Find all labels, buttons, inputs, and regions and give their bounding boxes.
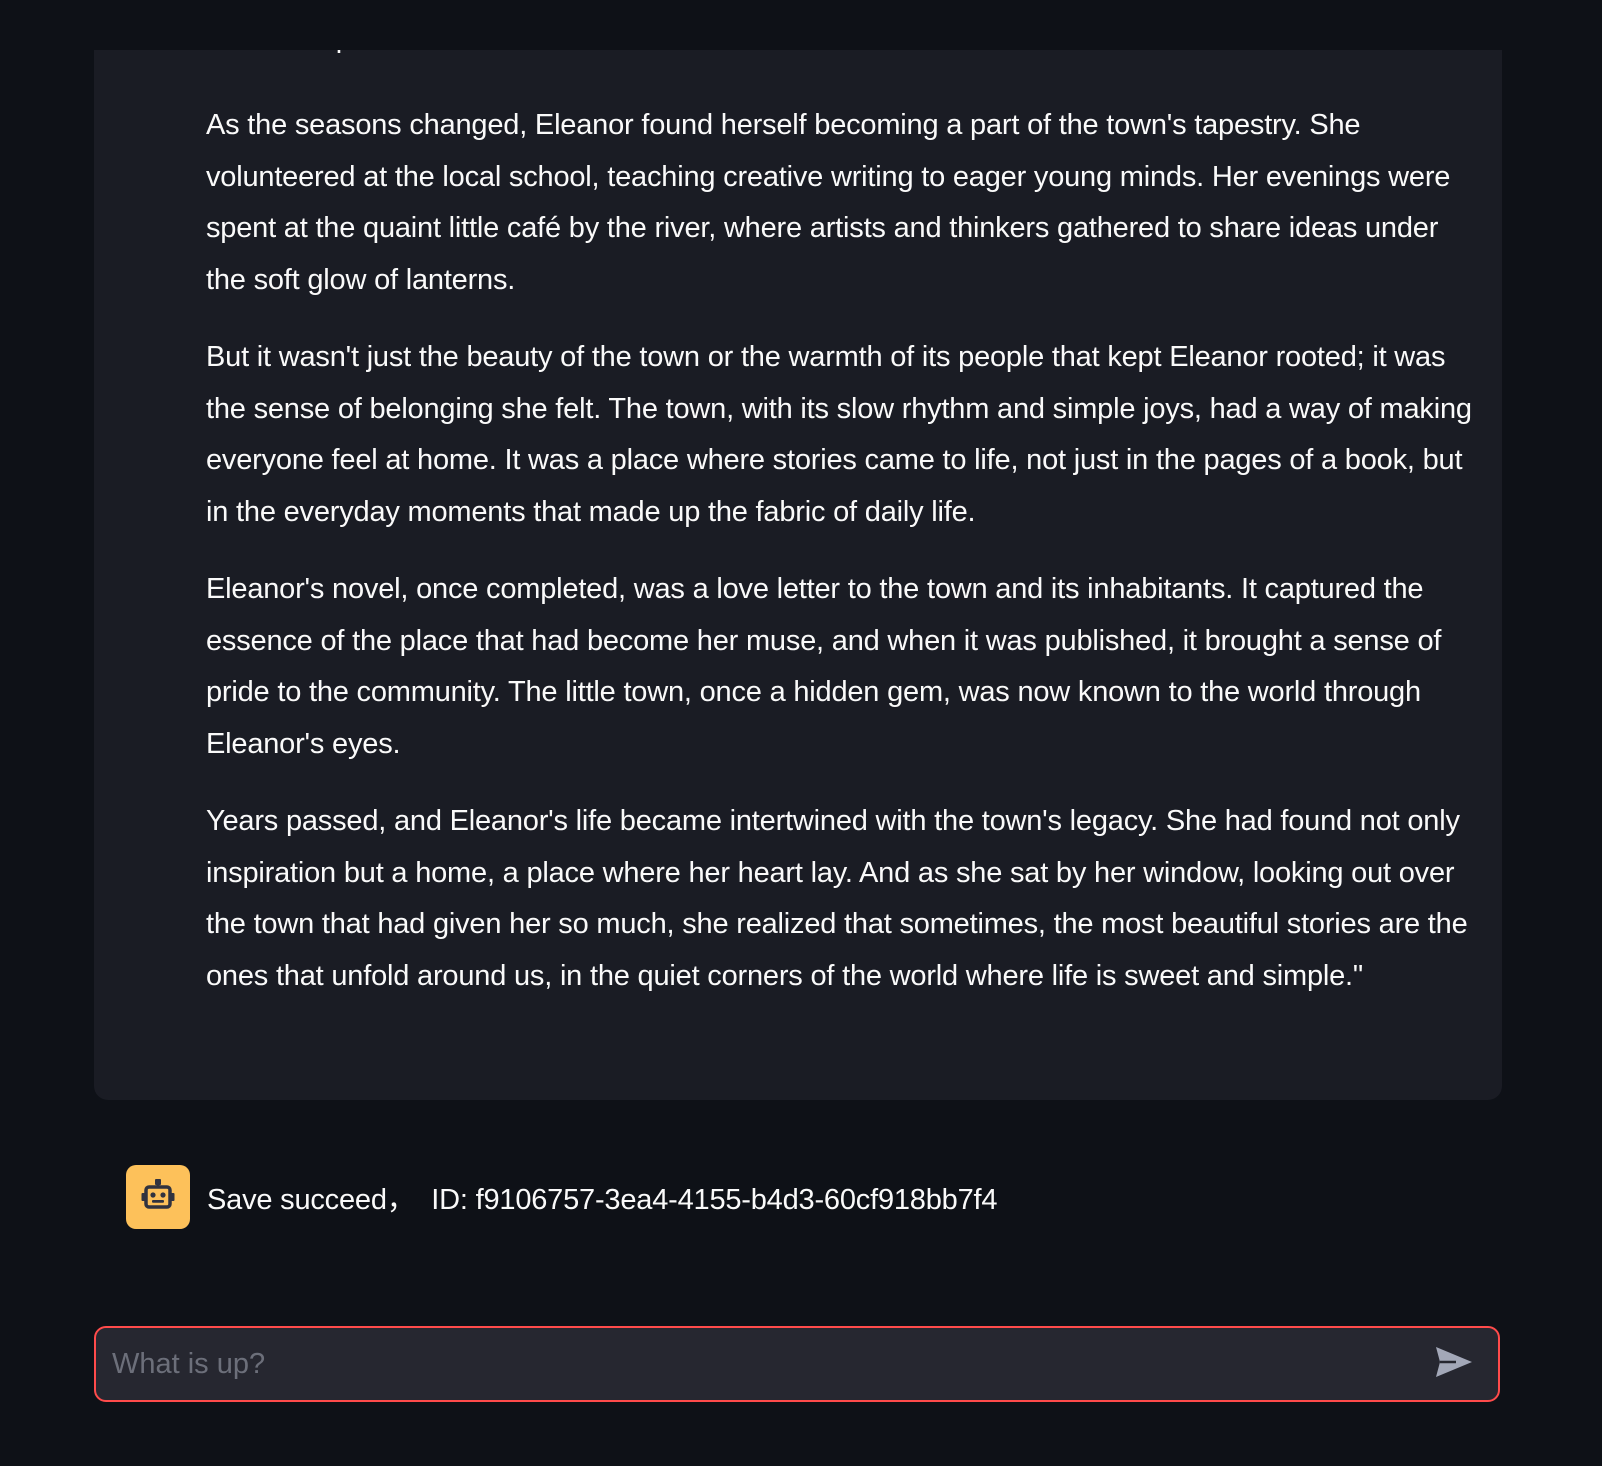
message-paragraph: But it wasn't just the beauty of the tow… bbox=[206, 341, 1472, 528]
status-message: Save succeed， ID: f9106757-3ea4-4155-b4d… bbox=[126, 1165, 997, 1229]
send-icon bbox=[1434, 1345, 1474, 1384]
send-button[interactable] bbox=[1434, 1346, 1474, 1382]
chat-input-container bbox=[94, 1326, 1500, 1402]
assistant-message: its vibrant present. As the seasons chan… bbox=[94, 0, 1502, 1100]
robot-icon bbox=[140, 1177, 176, 1218]
assistant-avatar bbox=[126, 1165, 190, 1229]
message-paragraph: As the seasons changed, Eleanor found he… bbox=[206, 109, 1451, 296]
message-paragraph: Eleanor's novel, once completed, was a l… bbox=[206, 573, 1442, 760]
chat-input[interactable] bbox=[112, 1328, 1412, 1400]
message-paragraph: Years passed, and Eleanor's life became … bbox=[206, 805, 1468, 992]
top-bar bbox=[0, 0, 1602, 50]
chat-page: its vibrant present. As the seasons chan… bbox=[0, 0, 1602, 1466]
status-text: Save succeed， ID: f9106757-3ea4-4155-b4d… bbox=[207, 1184, 998, 1216]
